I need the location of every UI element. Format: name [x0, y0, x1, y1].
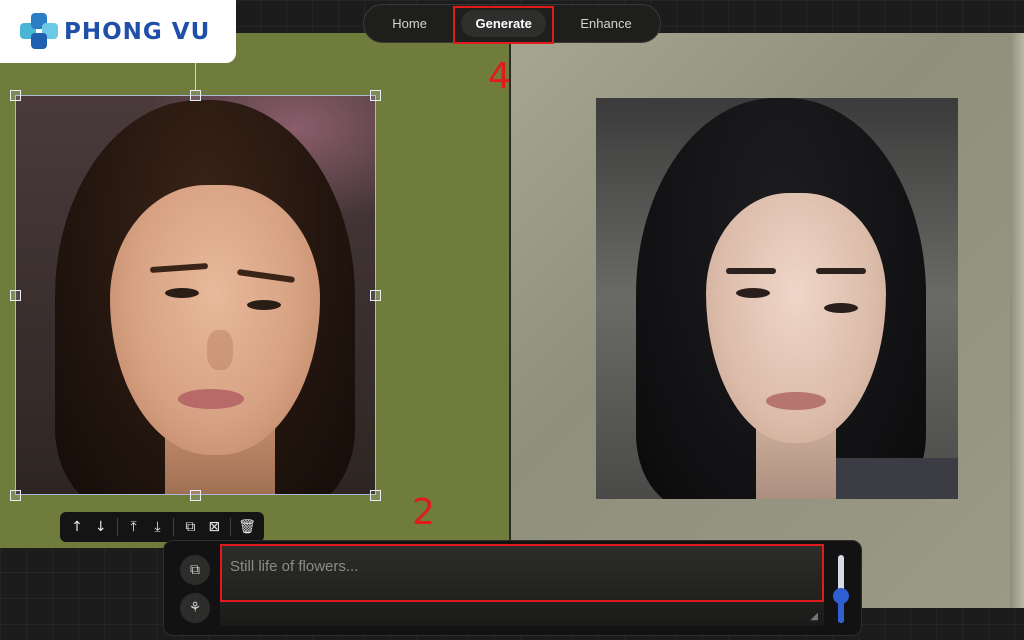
remove-background-icon[interactable]: ⊠: [203, 516, 225, 538]
canvas-divider[interactable]: [509, 33, 511, 608]
slider-thumb[interactable]: [833, 587, 849, 604]
resize-handle-top-left[interactable]: [10, 90, 21, 101]
resize-handle-left[interactable]: [10, 290, 21, 301]
resize-handle-top-right[interactable]: [370, 90, 381, 101]
duplicate-icon[interactable]: ⧉: [179, 516, 201, 538]
right-brow: [816, 268, 866, 274]
toolbar-divider: [230, 518, 232, 536]
resize-handle-bottom-right[interactable]: [370, 490, 381, 501]
arrow-up-icon[interactable]: ↑: [66, 516, 88, 538]
brand-logo: PHONG VU: [0, 0, 236, 63]
strength-slider[interactable]: [833, 555, 849, 623]
app-root: PHONG VU Home Generate Enhance 4 2 ↑ ↓ ⤒…: [0, 0, 1024, 640]
generated-photo[interactable]: [596, 98, 958, 499]
resize-handle-top[interactable]: [190, 90, 201, 101]
lips: [766, 392, 826, 410]
nav-home[interactable]: Home: [378, 10, 441, 37]
trash-icon[interactable]: 🗑: [236, 516, 258, 538]
prompt-panel: ⧉ ⚘ ◢: [163, 540, 862, 636]
next-canvas-edge: [1010, 33, 1024, 608]
resize-handle-bottom-left[interactable]: [10, 490, 21, 501]
resize-grip-icon[interactable]: ◢: [810, 611, 818, 622]
left-brow: [726, 268, 776, 274]
plant-icon[interactable]: ⚘: [180, 593, 210, 623]
nav-enhance[interactable]: Enhance: [566, 10, 645, 37]
selection-frame[interactable]: [15, 95, 376, 495]
resize-handle-bottom[interactable]: [190, 490, 201, 501]
arrow-down-icon[interactable]: ↓: [90, 516, 112, 538]
annotation-box-generate: [453, 6, 554, 44]
bring-to-front-icon[interactable]: ⤒: [123, 516, 145, 538]
layer-toolbar: ↑ ↓ ⤒ ⤓ ⧉ ⊠ 🗑: [60, 512, 264, 542]
brand-name: PHONG VU: [64, 18, 211, 45]
annotation-number-generate: 4: [488, 56, 511, 97]
annotation-number-prompt: 2: [412, 492, 435, 533]
toolbar-divider: [173, 518, 175, 536]
shapes-icon[interactable]: ⧉: [180, 555, 210, 585]
right-eye: [824, 303, 858, 313]
logo-square-4: [31, 32, 47, 49]
toolbar-divider: [116, 518, 118, 536]
left-eye: [736, 288, 770, 298]
logo-mark-icon: [20, 12, 58, 51]
rotate-handle-line: [195, 62, 196, 90]
send-to-back-icon[interactable]: ⤓: [147, 516, 169, 538]
resize-handle-right[interactable]: [370, 290, 381, 301]
annotation-box-prompt: [220, 544, 824, 602]
